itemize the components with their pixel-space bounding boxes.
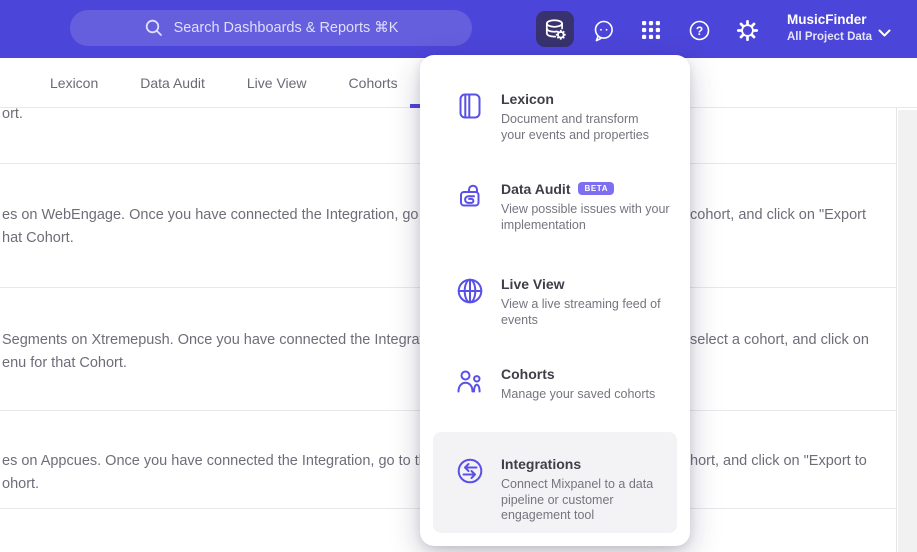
app-window: Search Dashboards & Reports ⌘K ? MusicFi…	[0, 0, 917, 552]
data-audit-lock-icon	[460, 184, 480, 207]
tab-lexicon[interactable]: Lexicon	[50, 75, 98, 91]
menu-item-cohorts[interactable]: Cohorts Manage your saved cohorts	[455, 366, 681, 403]
question-circle-icon: ?	[689, 20, 709, 40]
menu-item-data-audit[interactable]: Data Audit BETA View possible issues wit…	[455, 181, 681, 233]
apps-grid-button[interactable]	[639, 18, 663, 42]
tab-cohorts[interactable]: Cohorts	[349, 75, 398, 91]
row-xtremepush-line2: enu for that Cohort.	[2, 355, 127, 371]
data-management-dropdown: Lexicon Document and transform your even…	[420, 55, 690, 546]
search-input[interactable]: Search Dashboards & Reports ⌘K	[70, 10, 472, 46]
gear-icon	[736, 19, 758, 41]
menu-item-live-view[interactable]: Live View View a live streaming feed of …	[455, 276, 681, 328]
row-xtremepush-line1: Segments on Xtremepush. Once you have co…	[2, 332, 447, 348]
menu-item-title: Lexicon	[501, 91, 554, 107]
row-appcues-line1-right: hort, and click on "Export to	[690, 453, 867, 469]
menu-item-title: Cohorts	[501, 366, 555, 382]
live-view-globe-icon	[457, 278, 483, 304]
grid-icon	[642, 21, 660, 39]
cohorts-users-icon	[457, 370, 481, 393]
menu-item-desc: View a live streaming feed of events	[501, 297, 661, 327]
menu-item-desc: Connect Mixpanel to a data pipeline or c…	[501, 477, 654, 522]
project-subtitle: All Project Data	[787, 31, 872, 44]
project-name: MusicFinder	[787, 12, 867, 27]
search-placeholder: Search Dashboards & Reports ⌘K	[173, 20, 399, 36]
row-webengage-line1: es on WebEngage. Once you have connected…	[2, 207, 459, 223]
tab-live-view[interactable]: Live View	[247, 75, 307, 91]
beta-badge: BETA	[578, 181, 615, 195]
top-nav-bar: Search Dashboards & Reports ⌘K ? MusicFi…	[0, 0, 917, 58]
menu-item-desc: Document and transform your events and p…	[501, 112, 650, 142]
row-xtremepush-line1-right: select a cohort, and click on	[690, 332, 869, 348]
lexicon-book-icon	[459, 93, 481, 119]
menu-item-title: Live View	[501, 276, 565, 292]
tab-data-audit[interactable]: Data Audit	[140, 75, 205, 91]
row-webengage-line1-right: cohort, and click on "Export	[690, 207, 867, 223]
svg-text:?: ?	[695, 24, 702, 38]
integrations-sync-icon	[457, 458, 483, 484]
side-gutter	[898, 110, 917, 552]
row-appcues-line2: ohort.	[2, 476, 40, 492]
menu-item-title-text: Data Audit	[501, 181, 571, 197]
project-switcher[interactable]: MusicFinder All Project Data	[787, 12, 872, 45]
settings-button[interactable]	[735, 18, 759, 42]
menu-item-desc: View possible issues with your implement…	[501, 202, 670, 232]
row-webengage-line2: hat Cohort.	[2, 230, 74, 246]
row-appcues-line1: es on Appcues. Once you have connected t…	[2, 453, 451, 469]
menu-item-lexicon[interactable]: Lexicon Document and transform your even…	[455, 91, 681, 143]
database-gear-icon	[545, 19, 566, 40]
menu-item-desc: Manage your saved cohorts	[501, 387, 656, 401]
data-management-button[interactable]	[536, 11, 574, 47]
menu-item-title: Integrations	[501, 456, 582, 472]
menu-item-integrations[interactable]: Integrations Connect Mixpanel to a data …	[433, 432, 677, 533]
feedback-button[interactable]	[591, 18, 615, 42]
search-icon	[144, 18, 164, 38]
chevron-down-icon[interactable]	[878, 25, 891, 43]
row-text-partial: ort.	[2, 106, 23, 122]
chat-bubble-icon	[594, 20, 613, 41]
menu-item-title: Data Audit BETA	[501, 181, 681, 197]
help-button[interactable]: ?	[687, 18, 711, 42]
